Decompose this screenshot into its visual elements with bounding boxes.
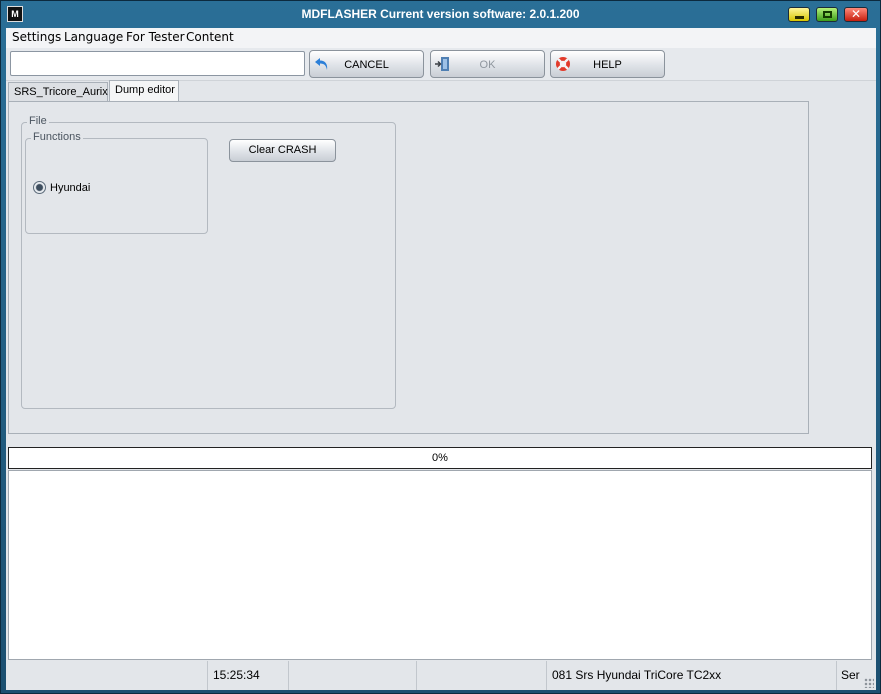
app-window: M MDFLASHER Current version software: 2.… [0,0,881,694]
client-area: Settings Language For Tester Content CAN… [6,28,876,690]
status-cell-1 [6,661,207,690]
resize-grip-icon[interactable] [864,678,874,688]
functions-group-title: Functions [31,131,83,143]
help-button-label: HELP [593,59,622,71]
functions-group: Functions Hyundai [25,131,208,234]
menu-settings[interactable]: Settings [12,30,61,44]
log-output-area[interactable] [8,470,872,660]
status-time: 15:25:34 [207,661,288,690]
minimize-icon [795,16,804,19]
status-cell-3 [288,661,416,690]
progress-bar: 0% [8,447,872,469]
status-bar: 15:25:34 081 Srs Hyundai TriCore TC2xx S… [6,661,876,690]
clear-crash-button[interactable]: Clear CRASH [229,139,336,162]
maximize-button[interactable] [816,7,838,22]
close-icon: ✕ [850,7,862,21]
cancel-button[interactable]: CANCEL [309,50,424,78]
tab-dump-editor[interactable]: Dump editor [109,80,179,102]
hyundai-radio-label[interactable]: Hyundai [50,182,90,194]
status-cell-4 [416,661,546,690]
toolbar: CANCEL OK HELP [6,48,876,81]
command-input[interactable] [10,51,305,76]
tab-srs-tricore-aurix[interactable]: SRS_Tricore_Aurix [8,82,108,102]
status-device: 081 Srs Hyundai TriCore TC2xx [546,661,836,690]
hyundai-radio[interactable] [33,181,46,194]
menu-content[interactable]: Content [186,30,234,44]
progress-label: 0% [432,452,448,464]
close-button[interactable]: ✕ [844,7,868,22]
menu-language[interactable]: Language [64,30,123,44]
file-group: File Functions Hyundai Clear CRASH [21,115,396,409]
file-group-title: File [27,115,49,127]
status-serial: Ser [836,661,864,690]
cancel-button-label: CANCEL [344,59,389,71]
dump-editor-panel: File Functions Hyundai Clear CRASH [8,101,809,434]
menu-bar: Settings Language For Tester Content [6,28,876,48]
window-title: MDFLASHER Current version software: 2.0.… [301,7,580,21]
ok-button-label: OK [479,59,496,71]
maximize-icon [823,11,832,18]
ok-button[interactable]: OK [430,50,545,78]
title-bar[interactable]: M MDFLASHER Current version software: 2.… [1,1,880,28]
help-button[interactable]: HELP [550,50,665,78]
minimize-button[interactable] [788,7,810,22]
menu-for-tester[interactable]: For Tester [126,30,185,44]
